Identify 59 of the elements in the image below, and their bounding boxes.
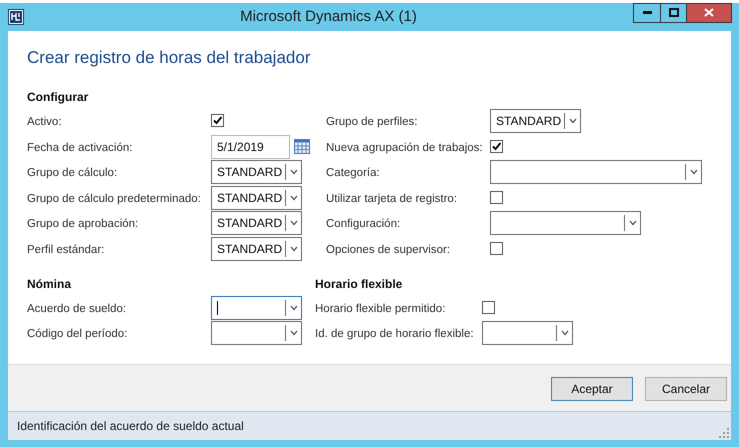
field-label: Id. de grupo de horario flexible: [315,328,474,340]
dropdown-field[interactable] [490,211,641,236]
form-title: Crear registro de horas del trabajador [27,47,310,70]
field-label: Opciones de supervisor: [326,244,450,256]
field-label: Grupo de aprobación: [27,218,138,230]
field-label: Grupo de cálculo predeterminado: [27,192,201,205]
dialog-button[interactable]: Cancelar [645,376,727,401]
chevron-down-icon [568,118,576,124]
dropdown-field[interactable]: STANDARD [211,160,302,184]
dropdown-field[interactable] [211,321,302,346]
field-label: Grupo de perfiles: [326,116,418,128]
field-label: Fecha de activación: [27,142,132,154]
date-field[interactable]: 5/1/2019 [211,134,290,159]
field-label: Categoría: [326,167,380,180]
minimize-icon [642,11,652,14]
field-label: Acuerdo de sueldo: [27,302,126,315]
field-label: Horario flexible permitido: [315,302,446,315]
field-label: Configuración: [326,218,400,230]
checkbox[interactable] [490,191,503,204]
resize-grip-icon [719,428,729,438]
dropdown-field[interactable] [482,321,573,346]
chevron-down-icon [290,330,298,336]
status-text: Identificación del acuerdo de sueldo actual [17,418,244,436]
close-icon [704,8,714,18]
maximize-button[interactable] [660,2,687,23]
calendar-icon[interactable] [294,139,310,154]
window-title: Microsoft Dynamics AX (1) [240,8,417,26]
dropdown-field[interactable] [211,296,302,320]
dropdown-field[interactable]: STANDARD [211,236,302,261]
checkbox[interactable] [211,114,224,128]
checkbox[interactable] [490,140,503,154]
field-label: Grupo de cálculo: [27,167,118,180]
dropdown-field[interactable]: STANDARD [490,108,581,133]
section-heading: Configurar [27,89,88,106]
chevron-down-icon [290,246,298,252]
dropdown-field[interactable] [490,160,702,184]
app-icon [8,9,24,26]
checkbox[interactable] [482,301,495,314]
field-label: Utilizar tarjeta de registro: [326,192,458,205]
checkbox[interactable] [490,242,503,256]
field-label: Perfil estándar: [27,244,104,256]
section-heading: Nómina [27,276,72,293]
chevron-down-icon [560,330,568,336]
chevron-down-icon [290,220,298,226]
field-label: Activo: [27,116,62,128]
field-label: Código del período: [27,328,128,340]
maximize-icon [668,8,678,18]
dropdown-field[interactable]: STANDARD [211,186,302,210]
dropdown-field[interactable]: STANDARD [211,211,302,236]
section-heading: Horario flexible [315,276,402,293]
minimize-button[interactable] [633,2,660,23]
dialog-button[interactable]: Aceptar [551,376,633,401]
chevron-down-icon [290,169,298,176]
chevron-down-icon [690,169,698,176]
chevron-down-icon [628,220,636,226]
chevron-down-icon [290,304,298,311]
close-button[interactable] [687,2,732,23]
field-label: Nueva agrupación de trabajos: [326,142,483,154]
chevron-down-icon [290,194,298,201]
